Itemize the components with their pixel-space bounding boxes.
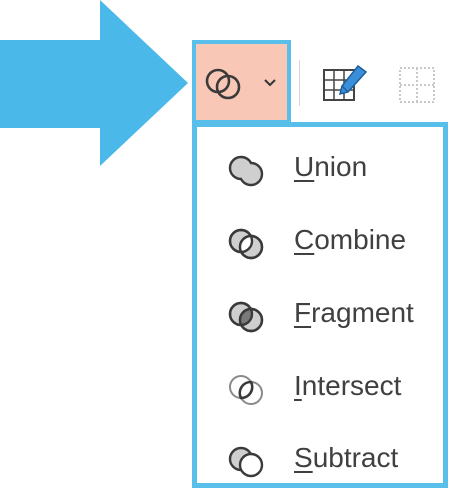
merge-shapes-button[interactable] xyxy=(192,40,291,124)
menu-item-combine[interactable]: Combine xyxy=(197,211,443,271)
chevron-down-icon[interactable] xyxy=(264,79,276,87)
merge-shapes-icon xyxy=(205,68,241,100)
union-icon xyxy=(228,155,264,187)
menu-item-label: Fragment xyxy=(294,297,414,328)
menu-item-label: Subtract xyxy=(294,442,399,473)
menu-item-label: Union xyxy=(294,151,368,182)
toolbar-divider xyxy=(299,60,300,106)
fragment-icon xyxy=(228,301,264,333)
menu-item-label: Combine xyxy=(294,224,407,255)
menu-item-fragment[interactable]: Fragment xyxy=(197,284,443,344)
intersect-icon xyxy=(229,375,263,405)
subtract-icon xyxy=(228,446,264,478)
pointer-arrow-icon xyxy=(0,0,188,166)
combine-icon xyxy=(228,228,264,260)
menu-item-intersect[interactable]: Intersect xyxy=(197,357,443,417)
menu-item-subtract[interactable]: Subtract xyxy=(197,429,443,489)
edit-shape-icon[interactable] xyxy=(322,64,368,104)
gridlines-icon[interactable] xyxy=(398,66,438,106)
merge-shapes-menu: Union Combine Fragment Intersect Subtrac… xyxy=(192,122,448,488)
menu-item-label: Intersect xyxy=(294,370,402,401)
menu-item-union[interactable]: Union xyxy=(197,138,443,198)
